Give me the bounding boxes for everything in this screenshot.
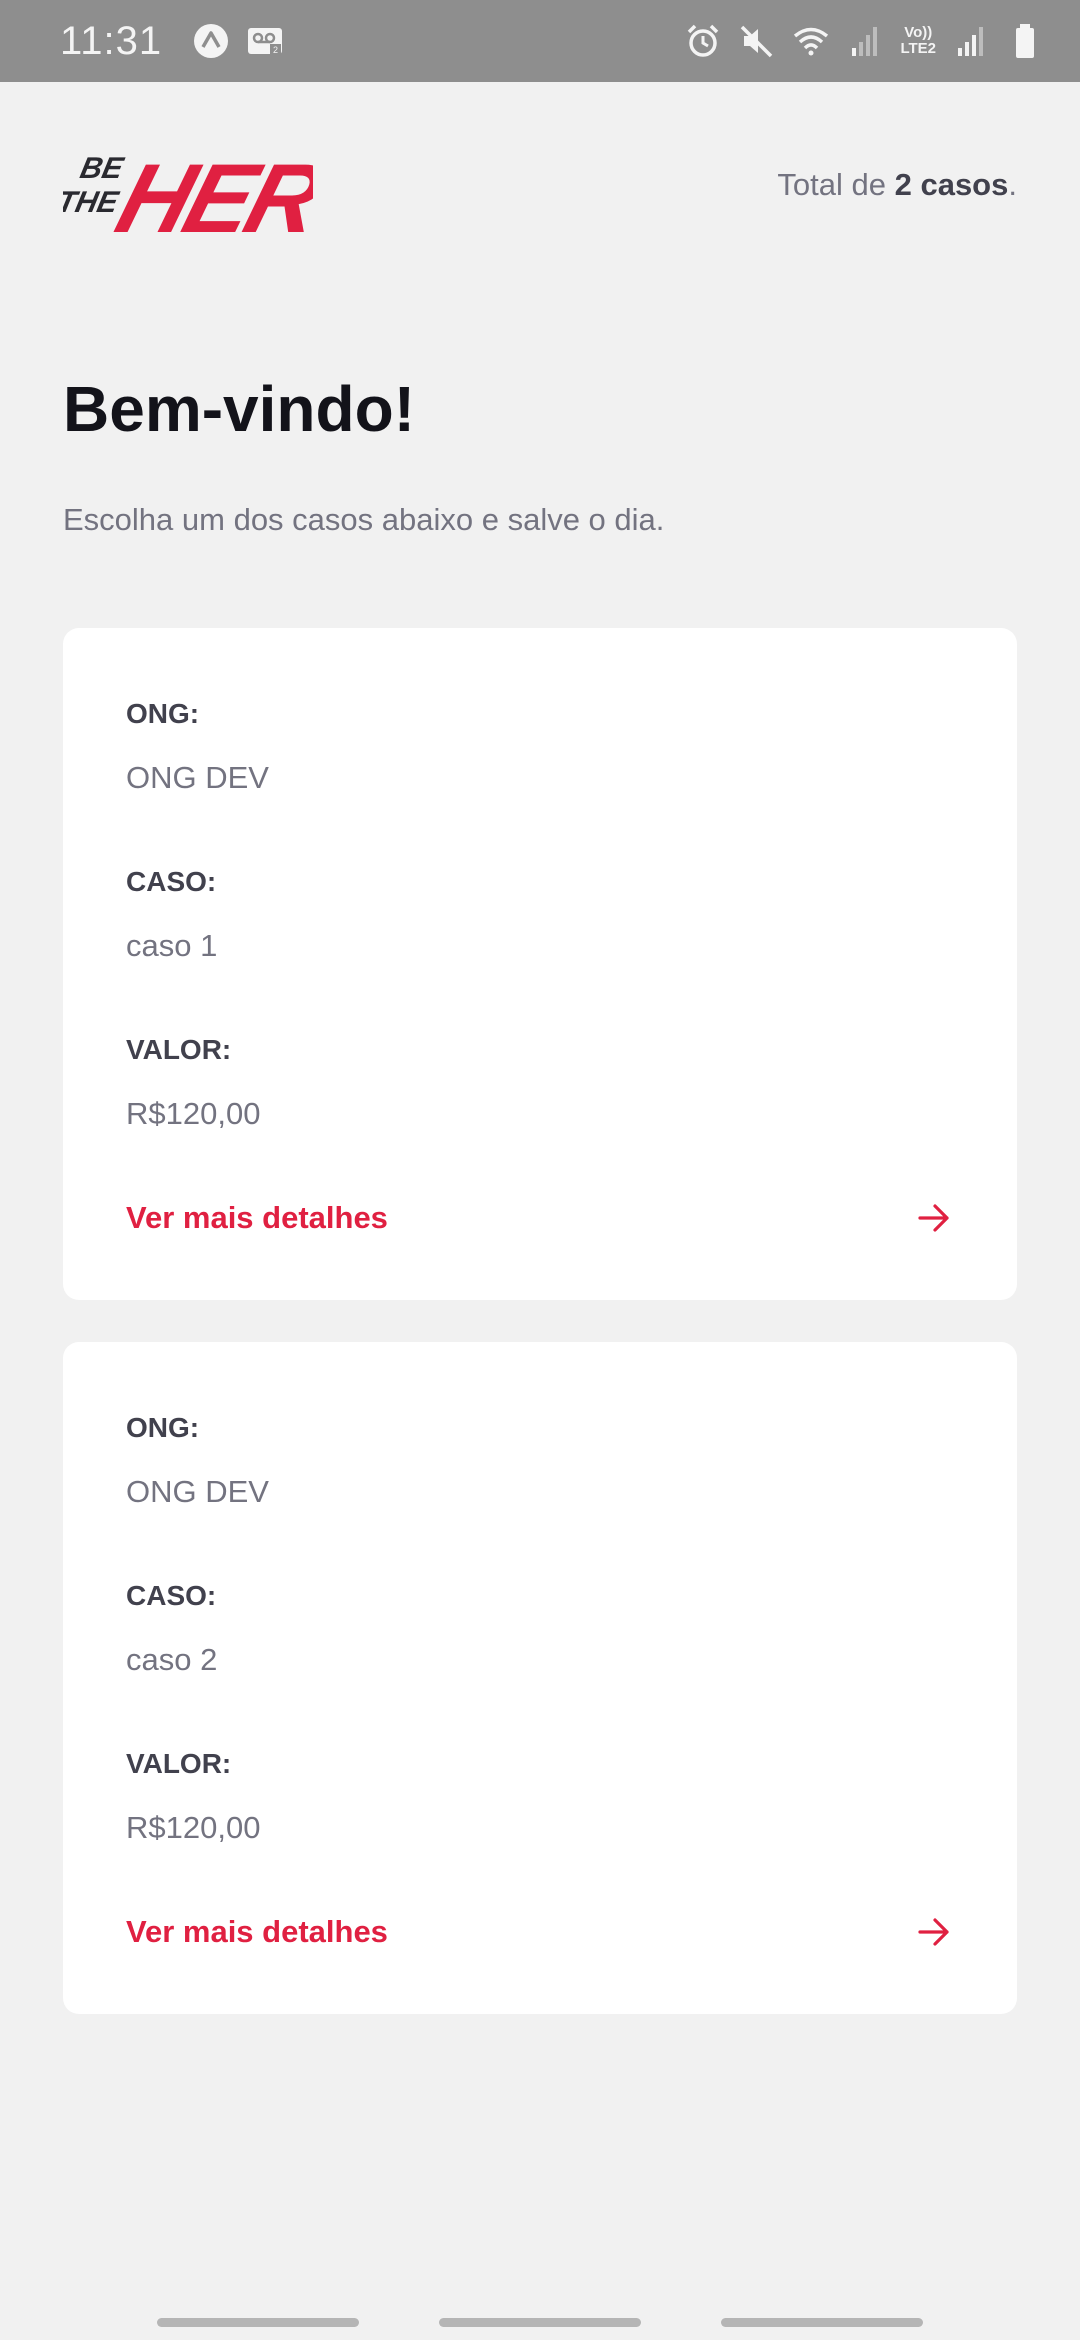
svg-text:2: 2: [273, 45, 278, 55]
valor-label: VALOR:: [126, 1034, 232, 1065]
wifi-icon: [792, 22, 830, 60]
signal-2-icon: [952, 22, 990, 60]
header: BE THE HERO Total de 2 casos.: [54, 130, 1017, 254]
valor-value: R$120,00: [126, 1096, 261, 1131]
mute-icon: [738, 22, 776, 60]
details-button-label: Ver mais detalhes: [126, 1200, 388, 1235]
incident-list: ONG: ONG DEV CASO: caso 1 VALOR: R$120,0…: [63, 628, 1017, 2056]
svg-text:BE: BE: [77, 152, 126, 185]
page-description: Escolha um dos casos abaixo e salve o di…: [63, 502, 665, 537]
ong-value: ONG DEV: [126, 1474, 269, 1509]
incident-card: ONG: ONG DEV CASO: caso 1 VALOR: R$120,0…: [63, 628, 1017, 1300]
be-the-hero-logo: BE THE HERO: [54, 130, 407, 254]
incident-card: ONG: ONG DEV CASO: caso 2 VALOR: R$120,0…: [63, 1342, 1017, 2014]
caso-label: CASO:: [126, 1580, 217, 1611]
details-button[interactable]: Ver mais detalhes: [126, 1198, 954, 1238]
arrow-right-icon: [914, 1912, 954, 1952]
lte-indicator: Vo)) LTE2: [900, 24, 936, 57]
page-title: Bem-vindo!: [63, 373, 415, 445]
nav-recents-button[interactable]: [157, 2318, 359, 2327]
details-button[interactable]: Ver mais detalhes: [126, 1912, 954, 1952]
valor-value: R$120,00: [126, 1810, 261, 1845]
details-button-label: Ver mais detalhes: [126, 1914, 388, 1949]
status-time: 11:31: [60, 18, 163, 63]
svg-text:HERO: HERO: [106, 144, 313, 240]
nav-back-button[interactable]: [721, 2318, 923, 2327]
alarm-icon: [684, 22, 722, 60]
caso-value: caso 2: [126, 1642, 218, 1677]
nav-home-button[interactable]: [439, 2318, 641, 2327]
ong-label: ONG:: [126, 698, 200, 729]
app-a-icon: [192, 22, 230, 60]
caso-value: caso 1: [126, 928, 218, 963]
valor-label: VALOR:: [126, 1748, 232, 1779]
caso-label: CASO:: [126, 866, 217, 897]
voicemail-icon: 2: [246, 22, 284, 60]
battery-icon: [1006, 22, 1044, 60]
arrow-right-icon: [914, 1198, 954, 1238]
status-bar: 11:31 2 Vo)) LTE2: [0, 0, 1080, 82]
signal-icon: [846, 22, 884, 60]
svg-text:THE: THE: [63, 186, 122, 219]
ong-value: ONG DEV: [126, 760, 269, 795]
ong-label: ONG:: [126, 1412, 200, 1443]
total-cases: Total de 2 casos.: [777, 167, 1017, 202]
system-nav-bar: [0, 2300, 1080, 2340]
